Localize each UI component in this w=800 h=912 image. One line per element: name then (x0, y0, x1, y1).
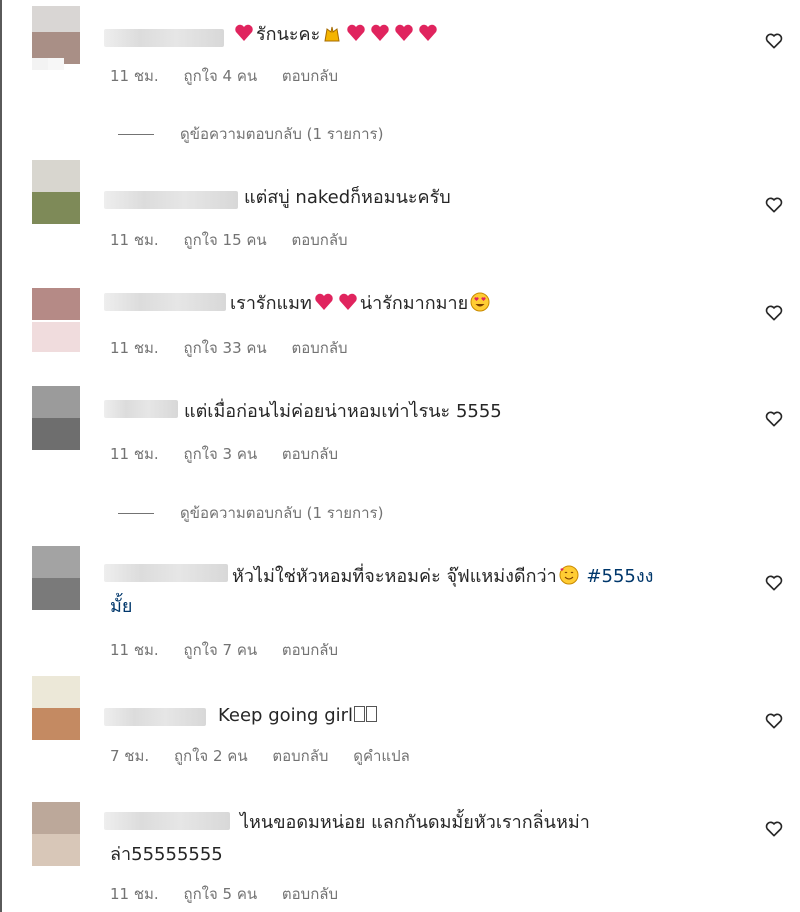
heart-outline-icon[interactable] (764, 31, 784, 51)
timestamp[interactable]: 11 ชม. (110, 641, 159, 659)
username[interactable] (104, 812, 230, 830)
like-count[interactable]: ถูกใจ 7 คน (183, 641, 257, 659)
comment-meta: 7 ชม. ถูกใจ 2 คน ตอบกลับ ดูคำแปล (110, 744, 430, 768)
comment-text: มั้ย (110, 594, 132, 620)
username[interactable] (104, 708, 206, 726)
raising-hands-icon (324, 26, 340, 42)
reply-button[interactable]: ตอบกลับ (282, 67, 338, 85)
timestamp[interactable]: 11 ชม. (110, 339, 159, 357)
comment-text: เรารักแมท น่ารักมากมาย (230, 291, 492, 317)
window-edge (0, 0, 2, 912)
username[interactable] (104, 400, 178, 418)
view-replies-button[interactable]: ดูข้อความตอบกลับ (1 รายการ) (118, 122, 383, 146)
view-replies-label: ดูข้อความตอบกลับ (1 รายการ) (180, 125, 384, 143)
avatar[interactable] (32, 546, 80, 610)
red-heart-icon (315, 293, 333, 310)
comment-meta: 11 ชม. ถูกใจ 5 คน ตอบกลับ (110, 882, 358, 906)
comment-text: Keep going girl (218, 703, 378, 729)
timestamp[interactable]: 11 ชม. (110, 445, 159, 463)
avatar[interactable] (32, 160, 80, 224)
like-count[interactable]: ถูกใจ 2 คน (174, 747, 248, 765)
red-heart-icon (371, 24, 389, 41)
heart-eyes-face-icon (470, 292, 490, 312)
comment-text-part: น่ารักมากมาย (359, 293, 469, 314)
comment-meta: 11 ชม. ถูกใจ 4 คน ตอบกลับ (110, 64, 358, 88)
missing-glyph-icon (366, 706, 378, 722)
username[interactable] (104, 29, 224, 47)
comment-meta: 11 ชม. ถูกใจ 33 คน ตอบกลับ (110, 336, 368, 360)
view-replies-button[interactable]: ดูข้อความตอบกลับ (1 รายการ) (118, 501, 383, 525)
heart-outline-icon[interactable] (764, 819, 784, 839)
like-count[interactable]: ถูกใจ 15 คน (183, 231, 266, 249)
avatar[interactable] (32, 802, 80, 866)
comment-text-part: แต่เมื่อก่อนไม่ค่อยน่าหอมเท่าไรนะ 5555 (184, 401, 502, 422)
comment-text-part[interactable]: มั้ย (110, 596, 132, 617)
comment-text: ล่า55555555 (110, 842, 223, 868)
reply-button[interactable]: ตอบกลับ (282, 445, 338, 463)
comment-text: แต่เมื่อก่อนไม่ค่อยน่าหอมเท่าไรนะ 5555 (184, 399, 502, 425)
avatar[interactable] (32, 386, 80, 450)
red-heart-icon (419, 24, 437, 41)
username[interactable] (104, 564, 228, 582)
comment-text: หัวไม่ใช่หัวหอมที่จะหอมค่ะ จุ๊ฟแหม่งดีกว… (232, 564, 653, 590)
reply-button[interactable]: ตอบกลับ (282, 885, 338, 903)
avatar[interactable] (32, 288, 80, 352)
heart-outline-icon[interactable] (764, 409, 784, 429)
comment-meta: 11 ชม. ถูกใจ 3 คน ตอบกลับ (110, 442, 358, 466)
reply-button[interactable]: ตอบกลับ (291, 231, 347, 249)
heart-outline-icon[interactable] (764, 195, 784, 215)
comment-text-part: แต่สบู่ nakedก็หอมนะครับ (244, 187, 451, 208)
reply-button[interactable]: ตอบกลับ (272, 747, 328, 765)
comment-meta: 11 ชม. ถูกใจ 15 คน ตอบกลับ (110, 228, 368, 252)
divider-line (118, 513, 154, 514)
red-heart-icon (339, 293, 357, 310)
avatar[interactable] (32, 676, 80, 740)
smiling-hearts-face-icon (559, 565, 579, 585)
red-heart-icon (347, 24, 365, 41)
red-heart-icon (395, 24, 413, 41)
hashtag-link[interactable]: #555งง (586, 566, 653, 587)
comment-text-part: รักนะคะ (256, 24, 321, 45)
timestamp[interactable]: 7 ชม. (110, 747, 149, 765)
like-count[interactable]: ถูกใจ 4 คน (183, 67, 257, 85)
timestamp[interactable]: 11 ชม. (110, 231, 159, 249)
reply-button[interactable]: ตอบกลับ (291, 339, 347, 357)
comment-text: ไหนขอดมหน่อย แลกกันดมมั้ยหัวเรากลิ่นหม่า (240, 810, 590, 836)
avatar[interactable] (32, 6, 80, 70)
translate-button[interactable]: ดูคำแปล (353, 747, 410, 765)
comment-text: แต่สบู่ nakedก็หอมนะครับ (244, 185, 451, 211)
timestamp[interactable]: 11 ชม. (110, 67, 159, 85)
comment-text-part: ไหนขอดมหน่อย แลกกันดมมั้ยหัวเรากลิ่นหม่า (240, 812, 590, 833)
comment-text-part: เรารักแมท (230, 293, 312, 314)
red-heart-icon (235, 24, 253, 41)
comment-text: รักนะคะ (232, 22, 440, 48)
username[interactable] (104, 293, 226, 311)
comment-text-part: ล่า55555555 (110, 844, 223, 865)
timestamp[interactable]: 11 ชม. (110, 885, 159, 903)
like-count[interactable]: ถูกใจ 3 คน (183, 445, 257, 463)
heart-outline-icon[interactable] (764, 711, 784, 731)
reply-button[interactable]: ตอบกลับ (282, 641, 338, 659)
username[interactable] (104, 191, 238, 209)
view-replies-label: ดูข้อความตอบกลับ (1 รายการ) (180, 504, 384, 522)
heart-outline-icon[interactable] (764, 303, 784, 323)
divider-line (118, 134, 154, 135)
missing-glyph-icon (354, 706, 366, 722)
like-count[interactable]: ถูกใจ 5 คน (183, 885, 257, 903)
comment-text-part: Keep going girl (218, 705, 354, 726)
heart-outline-icon[interactable] (764, 573, 784, 593)
comment-text-part: หัวไม่ใช่หัวหอมที่จะหอมค่ะ จุ๊ฟแหม่งดีกว… (232, 566, 557, 587)
comment-meta: 11 ชม. ถูกใจ 7 คน ตอบกลับ (110, 638, 358, 662)
like-count[interactable]: ถูกใจ 33 คน (183, 339, 266, 357)
